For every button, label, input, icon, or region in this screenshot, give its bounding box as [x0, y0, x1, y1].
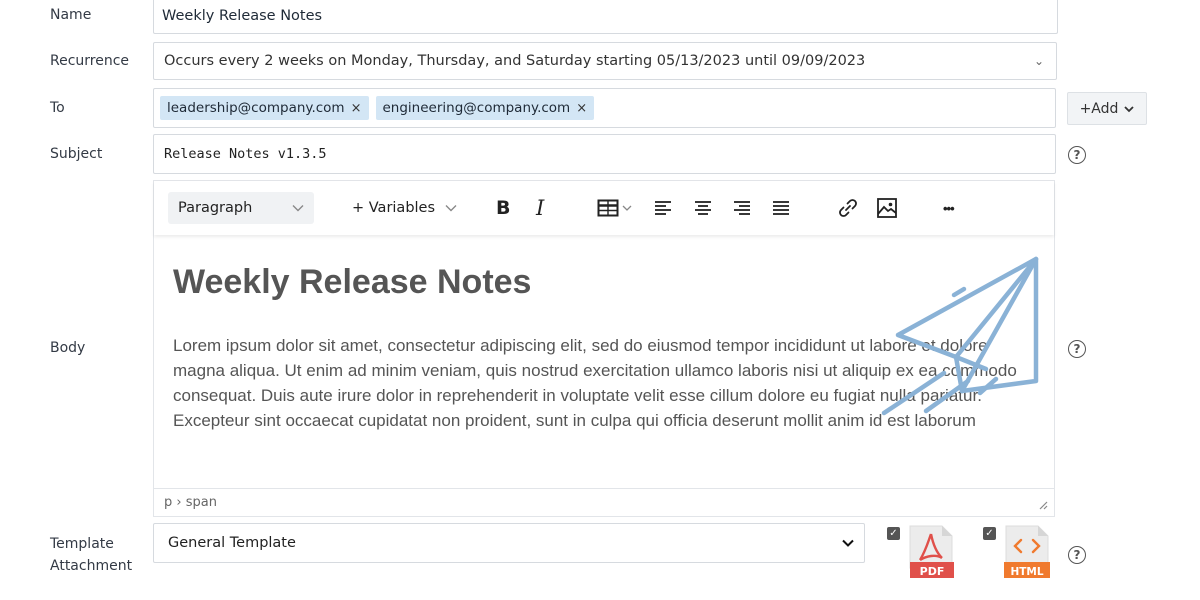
help-icon[interactable]: ?: [1068, 340, 1086, 358]
table-button[interactable]: [597, 195, 632, 221]
recipients-field[interactable]: leadership@company.com × engineering@com…: [153, 88, 1056, 128]
subject-label: Subject: [50, 146, 103, 162]
bold-button[interactable]: B: [496, 195, 510, 221]
italic-icon: I: [536, 196, 545, 220]
element-path: p › span: [164, 495, 217, 510]
align-left-icon: [655, 201, 671, 215]
recurrence-value: Occurs every 2 weeks on Monday, Thursday…: [164, 53, 866, 69]
align-right-icon: [734, 201, 750, 215]
recipient-chip[interactable]: engineering@company.com ×: [375, 96, 595, 120]
to-label: To: [50, 100, 65, 116]
resize-handle-icon[interactable]: [1038, 500, 1048, 510]
variables-label: + Variables: [352, 200, 436, 216]
align-right-button[interactable]: [733, 195, 751, 221]
add-recipient-button[interactable]: +Add: [1067, 92, 1147, 125]
pdf-label: PDF: [920, 565, 945, 578]
rich-text-editor[interactable]: Paragraph + Variables B I ••• Weekly Rel…: [153, 180, 1055, 517]
chevron-down-icon: ⌄: [1033, 54, 1044, 68]
template-label-line2: Attachment: [50, 558, 133, 574]
chevron-down-icon: [292, 205, 304, 212]
name-input[interactable]: Weekly Release Notes: [153, 0, 1058, 34]
name-value: Weekly Release Notes: [162, 7, 323, 24]
italic-button[interactable]: I: [536, 195, 544, 221]
template-label-line1: Template: [50, 536, 114, 552]
chevron-down-icon: [622, 205, 632, 211]
recurrence-label: Recurrence: [50, 53, 130, 69]
align-justify-button[interactable]: [772, 195, 790, 221]
image-icon: [877, 198, 897, 218]
more-button[interactable]: •••: [943, 195, 955, 221]
align-center-button[interactable]: [694, 195, 712, 221]
body-label: Body: [50, 340, 86, 356]
help-icon[interactable]: ?: [1068, 146, 1086, 164]
checkbox-icon: ✓: [985, 528, 994, 539]
link-icon: [839, 199, 857, 217]
chevron-down-icon: [842, 539, 854, 547]
close-icon[interactable]: ×: [351, 101, 362, 116]
subject-value: Release Notes v1.3.5: [164, 146, 327, 162]
variables-menu[interactable]: + Variables: [352, 195, 457, 221]
paper-plane-icon: [881, 256, 1039, 416]
more-icon: •••: [943, 200, 955, 216]
chevron-down-icon: [445, 205, 457, 212]
editor-toolbar: Paragraph + Variables B I •••: [154, 181, 1054, 235]
block-format-select[interactable]: Paragraph: [168, 192, 314, 224]
html-label: HTML: [1010, 566, 1043, 578]
help-icon[interactable]: ?: [1068, 546, 1086, 564]
align-justify-icon: [773, 201, 789, 215]
link-button[interactable]: [837, 195, 859, 221]
editor-statusbar: p › span: [154, 488, 1054, 516]
checkbox-icon: ✓: [889, 528, 898, 539]
add-label: +Add: [1079, 100, 1119, 117]
html-checkbox[interactable]: ✓: [983, 527, 996, 540]
image-button[interactable]: [876, 195, 898, 221]
name-label: Name: [50, 7, 92, 23]
bold-icon: B: [496, 197, 511, 219]
pdf-file-icon[interactable]: PDF: [908, 524, 954, 580]
close-icon[interactable]: ×: [576, 101, 587, 116]
table-icon: [597, 199, 619, 217]
block-format-value: Paragraph: [178, 200, 253, 216]
template-value: General Template: [168, 535, 296, 551]
recurrence-select[interactable]: Occurs every 2 weeks on Monday, Thursday…: [153, 42, 1057, 80]
pdf-checkbox[interactable]: ✓: [887, 527, 900, 540]
chevron-down-icon: [1124, 105, 1135, 112]
subject-input[interactable]: Release Notes v1.3.5: [153, 134, 1056, 174]
template-select[interactable]: General Template: [153, 523, 865, 563]
template-attachment-label: Template Attachment: [50, 533, 132, 577]
recipient-email: engineering@company.com: [382, 100, 571, 116]
recipient-chip[interactable]: leadership@company.com ×: [160, 96, 369, 120]
recipient-email: leadership@company.com: [167, 100, 345, 116]
html-file-icon[interactable]: HTML: [1004, 524, 1050, 580]
align-left-button[interactable]: [654, 195, 672, 221]
align-center-icon: [695, 201, 711, 215]
